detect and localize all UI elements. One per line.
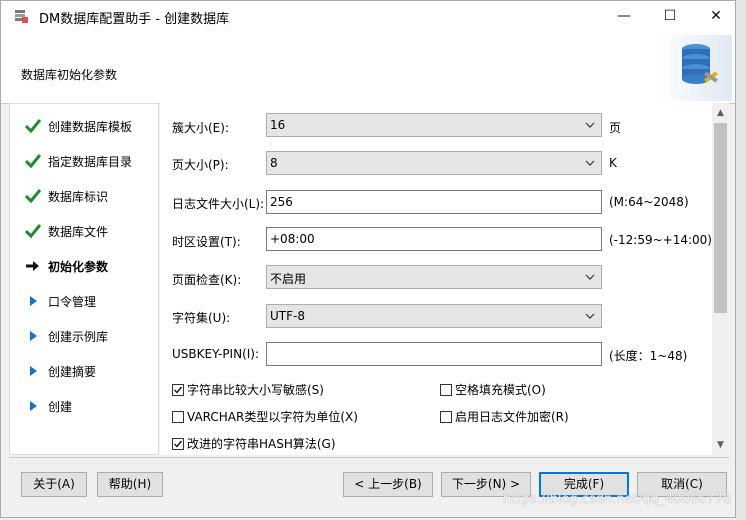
- nav-step: 创建数据库模板: [24, 116, 132, 136]
- charset-label: 字符集(U):: [172, 311, 231, 325]
- nav-step-label: 口令管理: [48, 294, 97, 309]
- checkbox-unchecked-icon[interactable]: [172, 410, 184, 423]
- watermark-text: https://blog.csdn.net/qq_40066776: [503, 492, 732, 507]
- database-logo-icon: [656, 35, 732, 101]
- nav-step: 初始化参数: [24, 256, 108, 276]
- database-app-icon: [15, 10, 28, 23]
- page-size-unit: K: [609, 156, 617, 170]
- nav-step-label: 创建摘要: [48, 364, 97, 379]
- checkbox-unchecked-icon[interactable]: [440, 410, 452, 423]
- scroll-down-icon[interactable]: ▼: [712, 437, 729, 453]
- triangle-right-icon: [24, 398, 42, 414]
- usbkey-pin-range: (长度：1~48): [609, 349, 688, 363]
- checkbox-checked-icon[interactable]: [172, 383, 184, 396]
- checkbox-unchecked-icon[interactable]: [440, 383, 452, 396]
- triangle-right-icon: [24, 363, 42, 379]
- page-check-label: 页面检查(K):: [172, 273, 242, 287]
- nav-step-label: 初始化参数: [48, 259, 109, 274]
- page-header: 数据库初始化参数: [1, 31, 735, 104]
- triangle-right-icon: [24, 293, 42, 309]
- checkmark-icon: [24, 153, 42, 169]
- chevron-down-icon: [585, 122, 595, 128]
- title-bar[interactable]: DM数据库配置助手 - 创建数据库 — ☐ ✕: [1, 1, 735, 31]
- log-size-input[interactable]: [266, 190, 602, 214]
- usbkey-pin-label: USBKEY-PIN(I):: [172, 347, 260, 361]
- chevron-down-icon: [585, 160, 595, 166]
- nav-step: 口令管理: [24, 291, 96, 311]
- scroll-up-icon[interactable]: ▲: [712, 105, 729, 121]
- page-size-value: 8: [270, 156, 278, 170]
- init-params-panel: 簇大小(E): 16 页 页大小(P): 8 K 日志文件大小(L): (M:6…: [160, 103, 712, 455]
- nav-step-label: 数据库标识: [48, 189, 109, 204]
- checkmark-icon: [24, 223, 42, 239]
- option-checkbox[interactable]: 字符串比较大小写敏感(S): [172, 381, 324, 398]
- checkbox-label: 改进的字符串HASH算法(G): [187, 437, 336, 451]
- time-zone-range: (-12:59~+14:00): [609, 233, 712, 247]
- charset-value: UTF-8: [270, 309, 305, 323]
- checkmark-icon: [24, 188, 42, 204]
- nav-step: 数据库文件: [24, 221, 108, 241]
- usbkey-pin-input[interactable]: [266, 342, 602, 366]
- checkbox-label: 空格填充模式(O): [455, 383, 546, 397]
- time-zone-input[interactable]: [266, 227, 602, 251]
- help-button[interactable]: 帮助(H): [97, 472, 163, 497]
- page-title: 数据库初始化参数: [21, 68, 118, 82]
- extent-size-value: 16: [270, 118, 286, 132]
- nav-step: 数据库标识: [24, 186, 108, 206]
- log-size-label: 日志文件大小(L):: [172, 197, 265, 211]
- time-zone-label: 时区设置(T):: [172, 235, 241, 249]
- page-size-label: 页大小(P):: [172, 158, 229, 172]
- chevron-down-icon: [585, 274, 595, 280]
- page-size-select[interactable]: 8: [266, 151, 602, 175]
- maximize-icon: ☐: [663, 8, 677, 24]
- page-check-select[interactable]: 不启用: [266, 265, 602, 289]
- checkbox-label: VARCHAR类型以字符为单位(X): [187, 410, 358, 424]
- nav-step: 指定数据库目录: [24, 151, 132, 171]
- log-size-range: (M:64~2048): [609, 195, 689, 209]
- close-icon: ✕: [710, 8, 722, 24]
- option-checkbox[interactable]: 启用日志文件加密(R): [440, 408, 569, 425]
- window-title: DM数据库配置助手 - 创建数据库: [39, 12, 230, 27]
- minimize-button[interactable]: —: [601, 1, 647, 31]
- extent-size-unit: 页: [609, 121, 622, 135]
- checkbox-label: 字符串比较大小写敏感(S): [187, 383, 324, 397]
- charset-select[interactable]: UTF-8: [266, 304, 602, 328]
- extent-size-label: 簇大小(E):: [172, 121, 229, 135]
- nav-step-label: 创建: [48, 399, 73, 414]
- option-checkbox[interactable]: 空格填充模式(O): [440, 381, 546, 398]
- dm-config-dialog: DM数据库配置助手 - 创建数据库 — ☐ ✕ 数据库初始化参数 创建数据库模板…: [0, 0, 736, 518]
- prev-button[interactable]: < 上一步(B): [343, 472, 433, 497]
- close-button[interactable]: ✕: [693, 1, 739, 31]
- checkbox-checked-icon[interactable]: [172, 437, 184, 450]
- scrollbar-thumb[interactable]: [714, 123, 727, 313]
- minimize-icon: —: [617, 8, 631, 24]
- nav-step-label: 创建示例库: [48, 329, 109, 344]
- arrow-right-icon: [24, 258, 42, 274]
- option-checkbox[interactable]: 改进的字符串HASH算法(G): [172, 435, 336, 452]
- extent-size-select[interactable]: 16: [266, 113, 602, 137]
- checkmark-icon: [24, 118, 42, 134]
- footer-divider: [9, 457, 729, 458]
- about-button[interactable]: 关于(A): [21, 472, 87, 497]
- vertical-scrollbar[interactable]: ▲ ▼: [712, 103, 729, 455]
- page-check-value: 不启用: [270, 272, 307, 286]
- chevron-down-icon: [585, 313, 595, 319]
- checkbox-label: 启用日志文件加密(R): [455, 410, 569, 424]
- nav-step-label: 指定数据库目录: [48, 154, 133, 169]
- background-window-edge: [736, 0, 746, 520]
- option-checkbox[interactable]: VARCHAR类型以字符为单位(X): [172, 408, 358, 425]
- nav-step: 创建示例库: [24, 326, 108, 346]
- nav-step: 创建摘要: [24, 361, 96, 381]
- nav-step-label: 数据库文件: [48, 224, 109, 239]
- triangle-right-icon: [24, 328, 42, 344]
- maximize-button[interactable]: ☐: [647, 1, 693, 31]
- nav-step-label: 创建数据库模板: [48, 119, 133, 134]
- wizard-steps: 创建数据库模板 指定数据库目录 数据库标识数据库文件初始化参数口令管理创建示例库创建…: [9, 103, 159, 455]
- nav-step: 创建: [24, 396, 72, 416]
